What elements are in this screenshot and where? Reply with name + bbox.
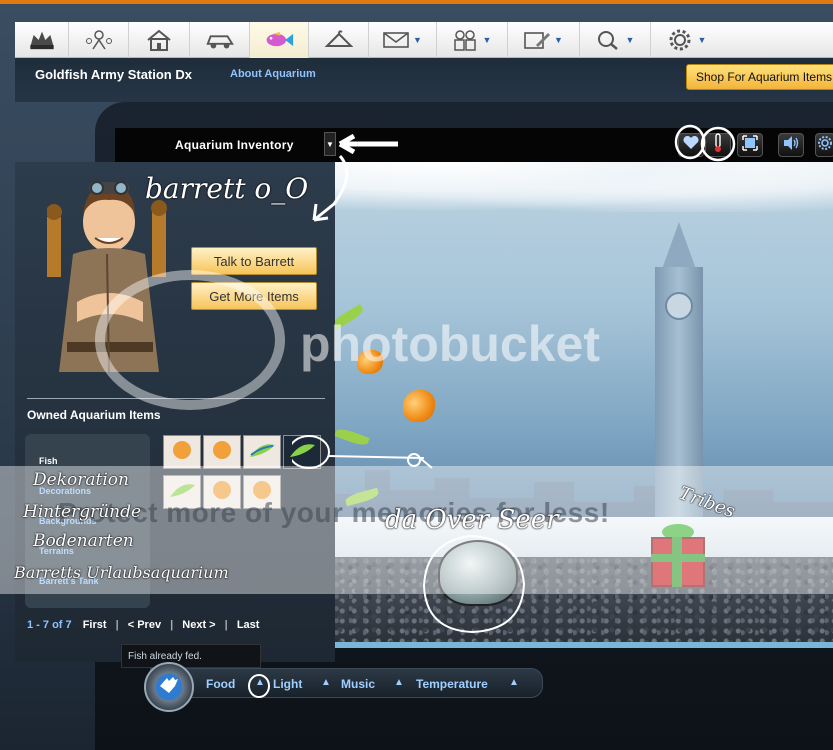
aquarium-controls: Food ▲ Light ▲ Music ▲ Temperature ▲ [150, 668, 543, 698]
chevron-down-icon[interactable]: ▼ [695, 35, 709, 45]
chevron-down-icon[interactable]: ▼ [411, 35, 425, 45]
annotation-bodenarten: Bodenarten [33, 531, 134, 551]
music-button[interactable]: Music [341, 677, 375, 691]
fish-icon [264, 29, 294, 51]
item-slot[interactable] [203, 435, 241, 469]
annotation-urlaubsaquarium: Barretts Urlaubsaquarium [14, 563, 229, 582]
category-fish[interactable]: Fish [39, 456, 58, 466]
mail-icon [381, 29, 411, 51]
speaker-icon [782, 135, 800, 156]
shop-aquarium-items-button[interactable]: Shop For Aquarium Items [686, 64, 833, 90]
nav-friends[interactable]: ▼ [437, 22, 508, 58]
clock-tower-spire [661, 222, 697, 272]
item-slot[interactable] [163, 435, 201, 469]
pagination-last[interactable]: Last [237, 619, 260, 631]
station-header: Goldfish Army Station Dx About Aquarium … [15, 58, 833, 102]
annotation-circle-icon [248, 674, 270, 698]
nav-journal[interactable]: ▼ [508, 22, 580, 58]
status-message: Fish already fed. [121, 644, 261, 668]
about-aquarium-link[interactable]: About Aquarium [230, 68, 316, 80]
pagination-separator: | [224, 619, 228, 631]
light-button[interactable]: Light [273, 677, 302, 691]
chevron-down-icon[interactable]: ▼ [623, 35, 637, 45]
goldfish[interactable] [403, 390, 435, 422]
nav-outfits[interactable] [309, 22, 369, 58]
pagination-separator: | [170, 619, 174, 631]
chevron-up-icon[interactable]: ▲ [509, 677, 519, 688]
chevron-down-icon[interactable]: ▼ [552, 35, 566, 45]
chevron-down-icon[interactable]: ▼ [480, 35, 494, 45]
gear-icon [817, 135, 833, 156]
inventory-title: Aquarium Inventory [175, 138, 294, 152]
photobucket-watermark-ring [95, 270, 285, 410]
page-title: Goldfish Army Station Dx [35, 67, 192, 82]
annotation-hintergruende: Hintergründe [23, 502, 142, 522]
main-navbar: ▼ ▼ ▼ ▼ ▼ [15, 22, 833, 58]
pagination-next[interactable]: Next > [182, 619, 215, 631]
photobucket-watermark: photobucket [300, 316, 600, 372]
gear-icon [665, 29, 695, 51]
hand-icon [157, 674, 181, 701]
pagination-prev[interactable]: < Prev [128, 619, 161, 631]
pagination-first[interactable]: First [83, 619, 107, 631]
nav-search[interactable]: ▼ [580, 22, 651, 58]
house-icon [144, 29, 174, 51]
people-network-icon [84, 29, 114, 51]
pagination-range: 1 - 7 of 7 [27, 619, 72, 631]
pagination: 1 - 7 of 7 First | < Prev | Next > | Las… [27, 619, 259, 631]
annotation-scribble-icon [292, 435, 433, 469]
nav-people[interactable] [69, 22, 129, 58]
chevron-up-icon[interactable]: ▲ [394, 677, 404, 688]
fullscreen-icon [742, 134, 758, 156]
nav-car[interactable] [190, 22, 250, 58]
nav-mail[interactable]: ▼ [369, 22, 437, 58]
nav-aquarium[interactable] [250, 22, 309, 58]
temperature-control-button[interactable]: Temperature [416, 677, 488, 691]
annotation-circle-icon [422, 534, 526, 634]
sound-button[interactable] [778, 133, 804, 157]
nav-house[interactable] [129, 22, 190, 58]
search-icon [593, 29, 623, 51]
annotation-circle-icon [674, 124, 736, 162]
nav-settings[interactable]: ▼ [651, 22, 723, 58]
pencil-icon [522, 29, 552, 51]
car-icon [205, 29, 235, 51]
clock-face-icon [665, 292, 693, 320]
goldfish-icon [170, 439, 194, 466]
annotation-barrett: barrett o_O [145, 172, 309, 205]
annotation-arrow-icon [312, 133, 398, 222]
friends-icon [450, 29, 480, 51]
chevron-up-icon[interactable]: ▲ [321, 677, 331, 688]
feed-porthole-button[interactable] [144, 662, 194, 712]
pagination-separator: | [115, 619, 119, 631]
gaia-logo-icon [27, 29, 57, 51]
green-fish-icon [247, 439, 277, 466]
item-slot[interactable] [243, 435, 281, 469]
water-edge [335, 642, 833, 648]
owned-items-title: Owned Aquarium Items [27, 408, 161, 422]
hanger-icon [324, 29, 354, 51]
annotation-dekoration: Dekoration [33, 470, 129, 490]
nav-gaia-home[interactable] [15, 22, 69, 58]
goldfish-icon [210, 439, 234, 466]
food-button[interactable]: Food [206, 677, 235, 691]
aquarium-settings-button[interactable] [815, 133, 833, 157]
